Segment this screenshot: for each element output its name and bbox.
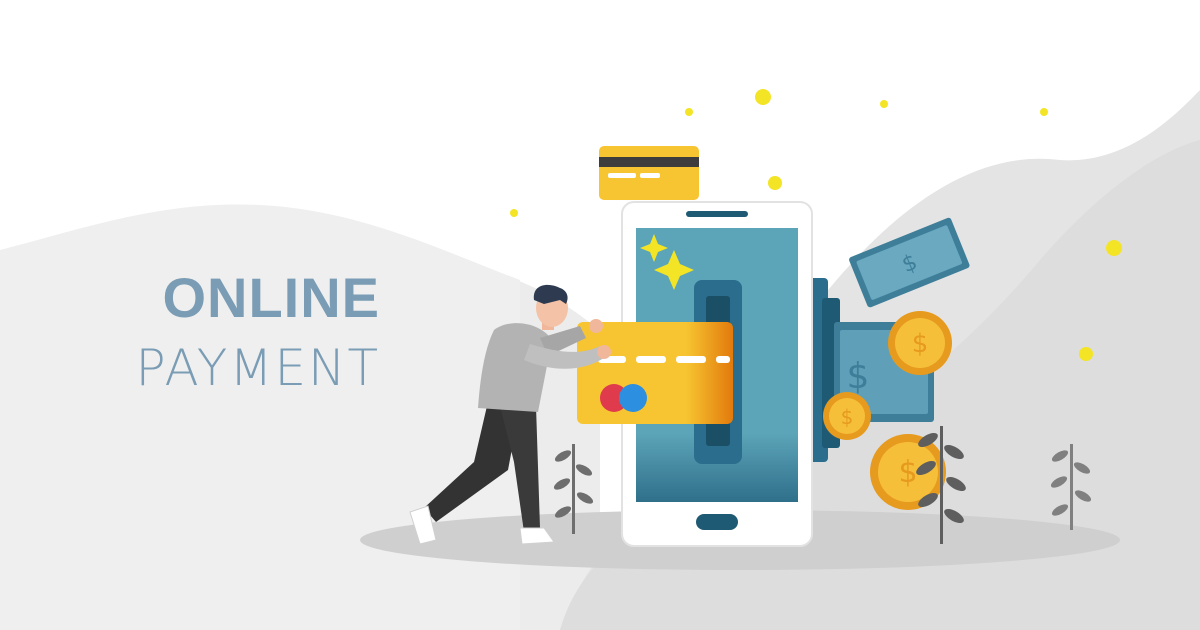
sparkle-dot bbox=[755, 89, 771, 105]
floating-card-icon bbox=[599, 146, 699, 200]
coin-icon: $ bbox=[888, 311, 952, 375]
coin-currency-label: $ bbox=[841, 405, 854, 429]
credit-card-icon bbox=[577, 322, 733, 424]
sparkle-dot bbox=[510, 209, 518, 217]
coin-icon: $ bbox=[823, 392, 871, 440]
coin-currency-label: $ bbox=[898, 455, 917, 490]
title-line-secondary: PAYMENT bbox=[135, 339, 380, 397]
title-line-primary: ONLINE bbox=[162, 266, 380, 329]
sparkle-dot bbox=[1079, 347, 1093, 361]
sparkle-dot bbox=[685, 108, 693, 116]
sparkle-dot bbox=[1106, 240, 1122, 256]
coin-currency-label: $ bbox=[912, 329, 929, 359]
banner-title: ONLINE PAYMENT bbox=[60, 266, 380, 398]
sparkle-dot bbox=[880, 100, 888, 108]
sparkle-dot bbox=[768, 176, 782, 190]
banner-canvas: $ $ $ $ $ ONLINE PAYMENT bbox=[0, 0, 1200, 630]
banknote-currency-label: $ bbox=[847, 356, 870, 397]
sparkle-dot bbox=[1040, 108, 1048, 116]
